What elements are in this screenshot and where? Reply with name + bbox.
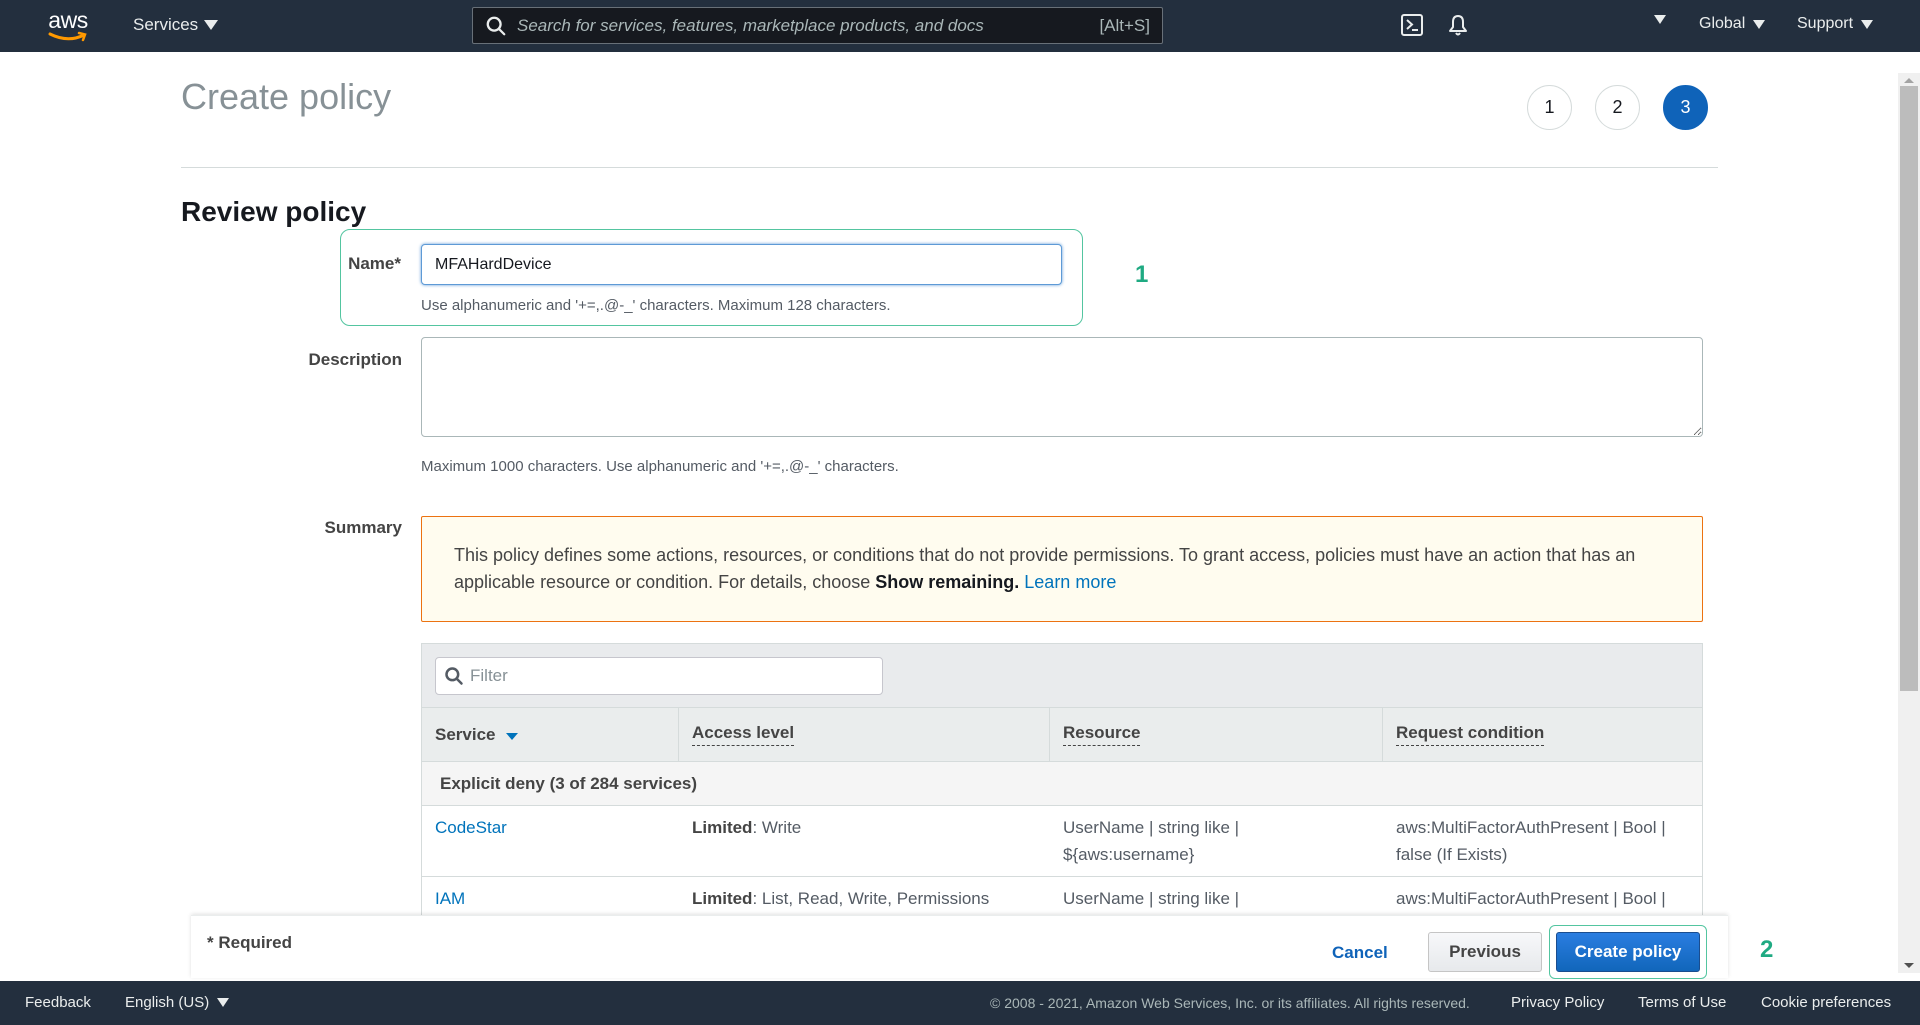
caret-down-icon — [1654, 15, 1666, 24]
caret-down-icon — [1861, 19, 1874, 29]
scroll-up-arrow-icon[interactable] — [1904, 78, 1914, 83]
access-level-text: : Write — [752, 818, 802, 837]
access-level-text: : List, Read, Write, Permissions — [752, 889, 990, 908]
top-navigation: aws Services [Alt+S] Global Support — [0, 0, 1920, 52]
search-icon — [486, 16, 506, 35]
condition-text: aws:MultiFactorAuthPresent | Bool | — [1396, 889, 1666, 908]
column-label: Access level — [692, 723, 795, 746]
filter-input[interactable] — [470, 665, 882, 686]
language-selector[interactable]: English (US) — [125, 994, 230, 1011]
search-input[interactable] — [517, 15, 1100, 36]
condition-text: aws:MultiFactorAuthPresent | Bool | — [1396, 818, 1666, 837]
cancel-button[interactable]: Cancel — [1332, 943, 1388, 963]
wizard-steps: 1 2 3 — [1527, 85, 1708, 130]
column-label: Service — [435, 724, 496, 744]
cell-access-level: Limited: Write — [679, 806, 1050, 876]
page-title: Create policy — [181, 76, 392, 117]
cell-resource: UserName | string like | ${aws:username} — [1050, 806, 1383, 876]
cell-access-level: Limited: List, Read, Write, Permissions — [679, 877, 1050, 920]
annotation-2: 2 — [1760, 936, 1774, 963]
feedback-link[interactable]: Feedback — [25, 994, 91, 1011]
policy-summary-table: Service Access level Resource Request co… — [421, 643, 1703, 923]
step-3-active[interactable]: 3 — [1663, 85, 1708, 130]
aws-logo[interactable]: aws — [46, 7, 90, 42]
resource-text: UserName | string like | — [1063, 818, 1240, 837]
description-hint: Maximum 1000 characters. Use alphanumeri… — [421, 458, 899, 475]
annotation-1: 1 — [1135, 261, 1149, 288]
cookie-preferences-link[interactable]: Cookie preferences — [1761, 994, 1891, 1011]
cell-request-condition: aws:MultiFactorAuthPresent | Bool | false… — [1383, 806, 1702, 876]
policy-name-input[interactable] — [421, 244, 1062, 285]
description-label: Description — [308, 350, 402, 369]
notifications-bell-icon[interactable] — [1446, 13, 1470, 37]
access-level-bold: Limited — [692, 818, 753, 837]
name-label: Name* — [348, 254, 401, 273]
access-level-bold: Limited — [692, 889, 753, 908]
region-label: Global — [1699, 15, 1746, 32]
create-policy-button[interactable]: Create policy — [1556, 932, 1700, 972]
cell-service: CodeStar — [422, 806, 679, 876]
cell-service: IAM — [422, 877, 679, 920]
warning-alert: This policy defines some actions, resour… — [421, 516, 1703, 622]
language-label: English (US) — [125, 994, 210, 1011]
section-title: Review policy — [181, 196, 367, 227]
search-icon — [445, 666, 463, 685]
column-header-service[interactable]: Service — [422, 708, 679, 761]
caret-down-icon — [217, 998, 230, 1007]
cloudshell-icon[interactable] — [1400, 13, 1424, 37]
column-header-resource[interactable]: Resource — [1050, 708, 1383, 761]
table-header: Service Access level Resource Request co… — [422, 708, 1702, 762]
column-label: Request condition — [1396, 723, 1545, 746]
service-link[interactable]: CodeStar — [435, 818, 507, 837]
region-menu[interactable]: Global — [1699, 15, 1766, 33]
table-toolbar — [422, 644, 1702, 708]
services-label: Services — [133, 15, 199, 34]
scrollbar-thumb[interactable] — [1900, 86, 1918, 691]
resource-text: ${aws:username} — [1063, 845, 1195, 864]
cell-request-condition: aws:MultiFactorAuthPresent | Bool | — [1383, 877, 1702, 920]
support-label: Support — [1797, 15, 1854, 32]
name-hint: Use alphanumeric and '+=,.@-_' character… — [421, 297, 891, 314]
caret-down-icon — [204, 20, 219, 30]
step-2[interactable]: 2 — [1595, 85, 1640, 130]
privacy-policy-link[interactable]: Privacy Policy — [1511, 994, 1604, 1011]
group-row-explicit-deny: Explicit deny (3 of 284 services) — [422, 762, 1702, 806]
caret-down-icon — [1753, 19, 1766, 29]
column-label: Resource — [1063, 723, 1141, 746]
account-menu[interactable] — [1654, 15, 1666, 24]
required-note: * Required — [207, 933, 293, 952]
table-row: CodeStar Limited: Write UserName | strin… — [422, 806, 1702, 877]
service-link[interactable]: IAM — [435, 889, 465, 908]
aws-logo-text: aws — [48, 7, 88, 33]
step-1[interactable]: 1 — [1527, 85, 1572, 130]
scroll-down-arrow-icon[interactable] — [1904, 963, 1914, 968]
search-shortcut-hint: [Alt+S] — [1099, 15, 1150, 35]
learn-more-link[interactable]: Learn more — [1024, 572, 1116, 592]
header-divider — [181, 167, 1718, 168]
cell-resource: UserName | string like | — [1050, 877, 1383, 920]
support-menu[interactable]: Support — [1797, 15, 1874, 33]
column-header-request-condition[interactable]: Request condition — [1383, 708, 1702, 761]
page-scrollbar[interactable] — [1898, 73, 1920, 973]
action-bar: * Required Cancel Previous Create policy — [191, 915, 1728, 979]
previous-button[interactable]: Previous — [1428, 932, 1542, 972]
summary-label: Summary — [324, 518, 402, 537]
copyright-text: © 2008 - 2021, Amazon Web Services, Inc.… — [990, 995, 1470, 1011]
services-menu[interactable]: Services — [133, 15, 219, 35]
sort-descending-icon[interactable] — [505, 733, 518, 740]
resource-text: UserName | string like | — [1063, 889, 1240, 908]
terms-of-use-link[interactable]: Terms of Use — [1638, 994, 1726, 1011]
alert-bold-text: Show remaining. — [875, 572, 1020, 592]
filter-box[interactable] — [435, 656, 883, 695]
aws-smile-icon — [48, 31, 87, 42]
condition-text: false (If Exists) — [1396, 845, 1508, 864]
footer: Feedback English (US) © 2008 - 2021, Ama… — [0, 981, 1920, 1025]
description-textarea[interactable] — [421, 337, 1703, 437]
global-search[interactable]: [Alt+S] — [472, 7, 1163, 44]
column-header-access-level[interactable]: Access level — [679, 708, 1050, 761]
